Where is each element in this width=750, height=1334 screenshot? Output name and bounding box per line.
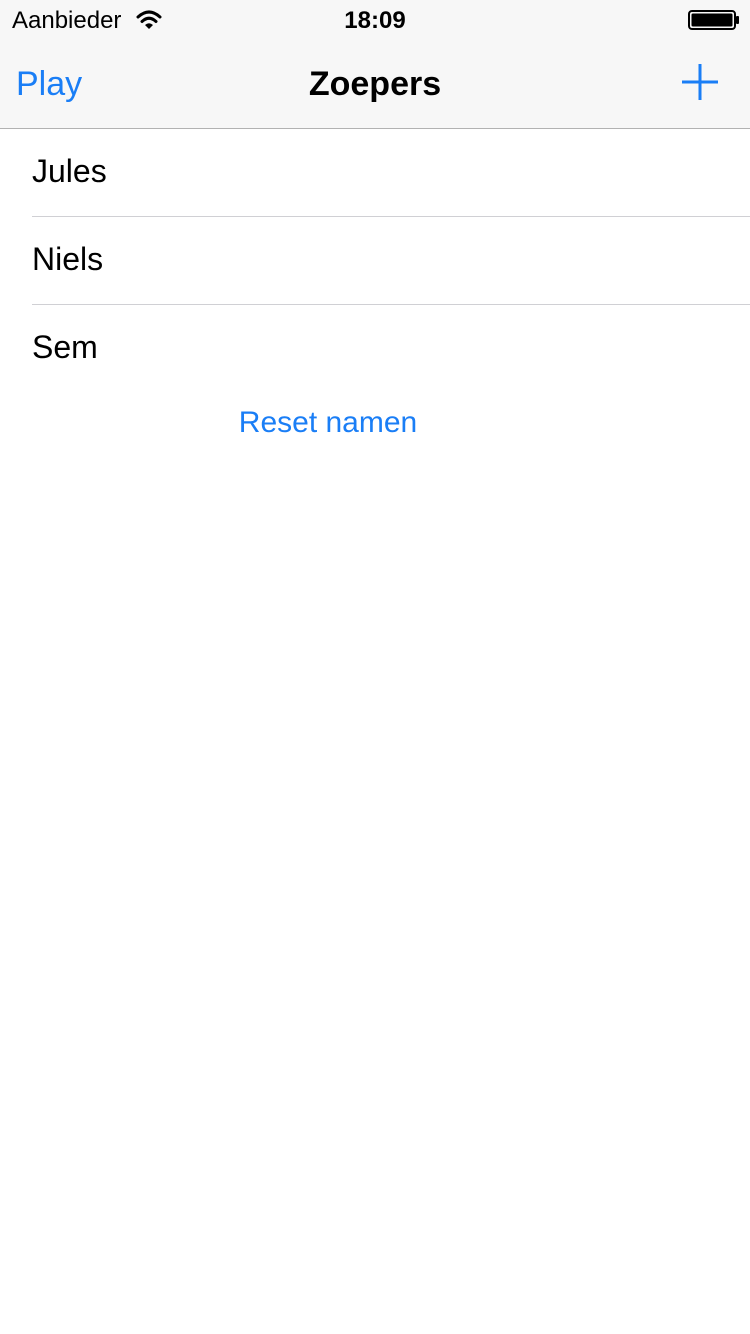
list-item[interactable]: Niels: [32, 217, 750, 305]
player-name: Jules: [32, 153, 107, 189]
player-list: Jules Niels Sem: [0, 129, 750, 392]
status-bar: Aanbieder 18:09: [0, 0, 750, 40]
navigation-bar: Play Zoepers: [0, 40, 750, 129]
page-title: Zoepers: [308, 65, 442, 103]
battery-icon: [688, 10, 740, 30]
status-time: 18:09: [344, 7, 406, 34]
add-player-button[interactable]: [678, 60, 722, 104]
reset-names-button[interactable]: Reset namen: [0, 404, 656, 442]
plus-icon: [682, 64, 718, 100]
screen: Aanbieder 18:09 Play Zoepers Jules Niels…: [0, 0, 750, 1334]
player-name: Niels: [32, 241, 104, 277]
player-name: Sem: [32, 329, 98, 365]
list-item[interactable]: Sem: [32, 305, 750, 392]
list-item[interactable]: Jules: [32, 129, 750, 217]
